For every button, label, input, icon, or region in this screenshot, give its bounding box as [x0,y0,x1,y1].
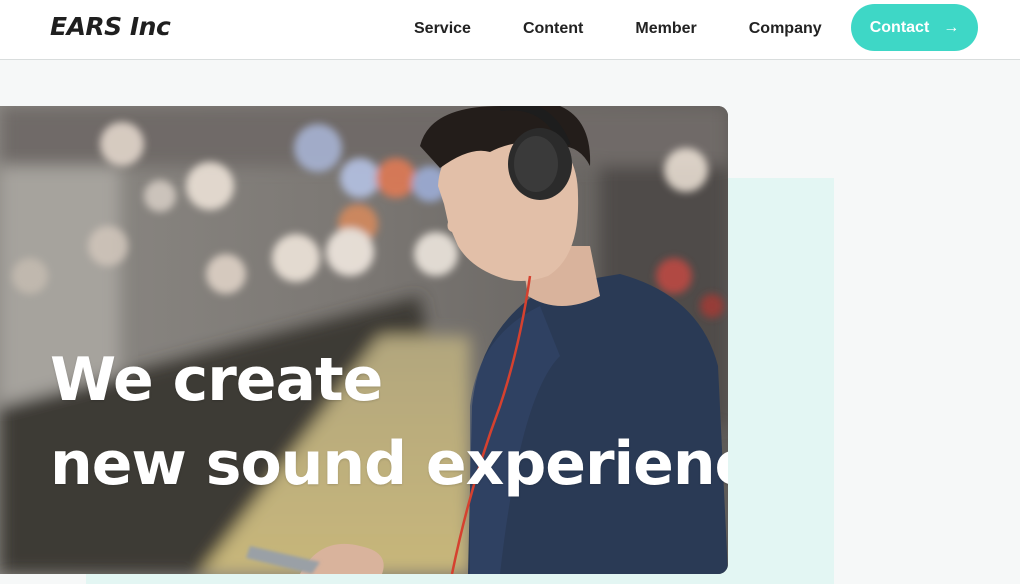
site-header: EARS Inc Service Content Member Company … [0,0,1020,60]
nav-content[interactable]: Content [523,20,583,38]
nav-company[interactable]: Company [749,20,822,38]
nav-member[interactable]: Member [635,20,696,38]
nav-service[interactable]: Service [414,20,471,38]
hero-headline-line-1: We create [50,345,383,415]
contact-button[interactable]: Contact → [851,4,978,51]
hero-headline: We create new sound experience. [50,338,728,506]
contact-label: Contact [869,18,930,36]
hero-headline-line-2: new sound experience. [50,429,728,499]
main-nav: Service Content Member Company [388,0,848,58]
logo[interactable]: EARS Inc [50,12,171,41]
hero-image: We create new sound experience. [0,106,728,574]
arrow-right-icon: → [943,18,960,36]
